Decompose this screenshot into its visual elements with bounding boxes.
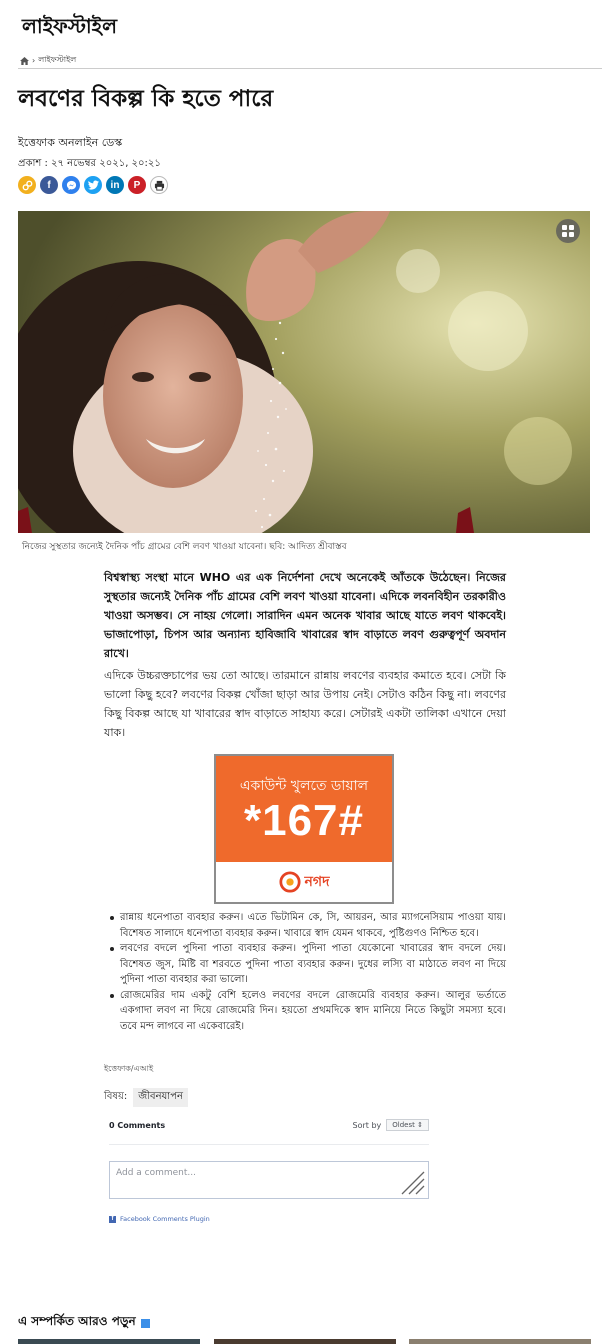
related-thumbnail[interactable]	[214, 1339, 396, 1344]
header-divider	[18, 68, 602, 69]
facebook-icon[interactable]: f	[40, 176, 58, 194]
related-thumbnails	[18, 1339, 602, 1344]
list-item: রোজমেরির দাম একটু বেশি হলেও লবণের বদলে র…	[104, 988, 506, 1035]
share-bar: f in P	[18, 176, 168, 194]
sort-label: Sort by	[352, 1120, 382, 1130]
plugin-label: Facebook Comments Plugin	[120, 1215, 210, 1223]
hero-photo	[18, 211, 590, 533]
publish-date: প্রকাশ : ২৭ নভেম্বর ২০২১, ২০:২১	[18, 158, 161, 169]
list-item: লবণের বদলে পুদিনা পাতা ব্যবহার করুন। পুদ…	[104, 941, 506, 988]
link-icon[interactable]	[18, 176, 36, 194]
print-icon[interactable]	[150, 176, 168, 194]
article-author: ইত্তেফাক অনলাইন ডেস্ক	[18, 136, 123, 149]
breadcrumb: › লাইফস্টাইল	[20, 54, 76, 67]
messenger-icon[interactable]	[62, 176, 80, 194]
ad-brand-strip: নগদ	[216, 862, 392, 902]
topic-label: বিষয়:	[104, 1091, 128, 1102]
article-headline: লবণের বিকল্প কি হতে পারে	[18, 85, 274, 112]
linkedin-icon[interactable]: in	[106, 176, 124, 194]
related-title: এ সম্পর্কিত আরও পড়ুন	[18, 1314, 136, 1328]
tips-list: রান্নায় ধনেপাতা ব্যবহার করুন। এতে ভিটাম…	[104, 910, 506, 1034]
image-caption: নিজের সুস্থতার জন্যেই দৈনিক পাঁচ গ্রামের…	[22, 542, 347, 552]
ad-dial-code: *167#	[243, 796, 364, 845]
nagad-logo-icon	[279, 871, 301, 893]
related-thumbnail[interactable]	[18, 1339, 200, 1344]
resize-handle-icon[interactable]	[400, 1170, 426, 1196]
related-accent-square	[140, 1318, 150, 1328]
ad-brand-name: নগদ	[304, 874, 330, 890]
comment-count: 0 Comments	[109, 1120, 166, 1130]
comment-placeholder: Add a comment...	[116, 1168, 197, 1178]
list-item: রান্নায় ধনেপাতা ব্যবহার করুন। এতে ভিটাম…	[104, 910, 506, 941]
facebook-comments: 0 Comments Sort by Oldest ⇕ Add a commen…	[109, 1118, 429, 1223]
topic-row: বিষয়: জীবনযাপন	[104, 1088, 188, 1107]
pinterest-icon[interactable]: P	[128, 176, 146, 194]
article-lead: বিশ্বস্বাস্থ্য সংস্থা মানে WHO এর এক নির…	[104, 571, 506, 660]
topic-tag[interactable]: জীবনযাপন	[133, 1088, 188, 1107]
comments-header: 0 Comments Sort by Oldest ⇕	[109, 1118, 429, 1132]
hero-image[interactable]	[18, 211, 590, 533]
related-heading: এ সম্পর্কিত আরও পড়ুন	[18, 1313, 150, 1333]
home-icon[interactable]	[20, 56, 29, 65]
article-paragraph: এদিকে উচ্চরক্তচাপের ভয় তো আছে। তারমানে …	[104, 669, 506, 739]
chevron-updown-icon: ⇕	[417, 1121, 423, 1129]
gallery-icon[interactable]	[556, 219, 580, 243]
nagad-ad-banner[interactable]: একাউন্ট খুলতে ডায়াল *167# নগদ	[214, 754, 394, 904]
comment-input[interactable]: Add a comment...	[109, 1161, 429, 1199]
comments-divider	[109, 1144, 429, 1145]
ad-headline: একাউন্ট খুলতে ডায়াল	[239, 778, 369, 794]
article-source: ইত্তেফাক/এআই	[104, 1064, 154, 1073]
twitter-icon[interactable]	[84, 176, 102, 194]
related-thumbnail[interactable]	[409, 1339, 591, 1344]
section-title[interactable]: লাইফস্টাইল	[22, 12, 117, 45]
facebook-small-icon: f	[109, 1215, 116, 1223]
sort-value: Oldest	[392, 1121, 415, 1129]
breadcrumb-current[interactable]: লাইফস্টাইল	[38, 54, 76, 67]
sort-control: Sort by Oldest ⇕	[353, 1119, 429, 1131]
breadcrumb-separator: ›	[32, 56, 36, 65]
sort-select[interactable]: Oldest ⇕	[386, 1119, 429, 1131]
facebook-plugin-link[interactable]: f Facebook Comments Plugin	[109, 1215, 429, 1223]
